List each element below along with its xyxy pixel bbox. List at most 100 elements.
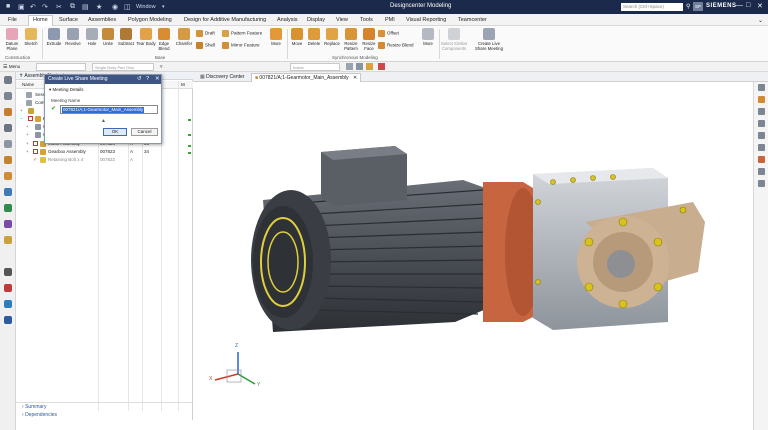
revolve-button[interactable]: Revolve: [63, 28, 83, 46]
help-icon[interactable]: ?: [146, 76, 149, 82]
orient-view-icon[interactable]: [758, 144, 765, 151]
summary-section[interactable]: › Summary: [16, 403, 193, 411]
maximize-icon[interactable]: □: [746, 2, 750, 9]
visibility-checkbox[interactable]: [28, 116, 33, 121]
tab-assemblies[interactable]: Assemblies: [84, 16, 120, 24]
system-materials-icon[interactable]: [4, 172, 12, 180]
filter-icon[interactable]: ▿: [160, 64, 163, 70]
tab-discovery-center[interactable]: ▦ Discovery Center: [197, 73, 247, 82]
visual-icon[interactable]: [4, 236, 12, 244]
assembly-navigator-icon[interactable]: [4, 92, 12, 100]
command-search-input[interactable]: Search (Ctrl+Space): [621, 3, 683, 11]
expand-icon[interactable]: +: [26, 149, 29, 154]
tree-row[interactable]: ✓ Retaining Bolt x 4 007822 A: [16, 156, 193, 164]
dependencies-section[interactable]: › Dependencies: [16, 411, 193, 419]
visibility-checkbox[interactable]: [33, 149, 38, 154]
mic-icon[interactable]: ◉: [112, 3, 118, 11]
close-icon[interactable]: ✕: [757, 2, 763, 10]
menu-button[interactable]: ☰ Menu: [3, 64, 20, 70]
more-sync-button[interactable]: More: [418, 28, 438, 46]
constraint-navigator-icon[interactable]: [4, 108, 12, 116]
subtract-button[interactable]: Subtract: [116, 28, 136, 46]
mirror-feature-button[interactable]: Mirror Feature: [222, 42, 260, 49]
extrude-button[interactable]: Extrude: [44, 28, 64, 46]
select-similar-components-button[interactable]: Select Similar Components: [440, 28, 468, 51]
user-avatar[interactable]: SP: [693, 2, 703, 11]
edge-blend-button[interactable]: Edge Blend: [154, 28, 174, 51]
window-menu-chevron-icon[interactable]: ▾: [162, 4, 165, 10]
create-live-share-meeting-button[interactable]: Create Live Share Meeting: [472, 28, 506, 51]
pattern-feature-button[interactable]: Pattern Feature: [222, 30, 262, 37]
app-logo-icon[interactable]: ■: [6, 3, 10, 10]
draft-button[interactable]: Draft: [196, 30, 215, 37]
web-browser-icon[interactable]: [4, 188, 12, 196]
ribbon-expand-icon[interactable]: ⌄: [754, 16, 767, 25]
fit-view-icon[interactable]: [758, 84, 765, 91]
snap-point-icon[interactable]: [366, 63, 373, 70]
chamfer-button[interactable]: Chamfer: [174, 28, 194, 46]
tab-view[interactable]: View: [332, 16, 352, 24]
snap-icon[interactable]: [346, 63, 353, 70]
tree-row[interactable]: + Gearbox Assembly 007823 A 34: [16, 148, 193, 156]
unite-button[interactable]: Unite: [98, 28, 118, 46]
resize-pattern-button[interactable]: Resize Pattern: [341, 28, 361, 51]
sketch-button[interactable]: Sketch: [21, 28, 41, 46]
clear-icon[interactable]: [378, 63, 385, 70]
meeting-details-section[interactable]: ▾ Meeting Details: [49, 87, 84, 93]
tab-analysis[interactable]: Analysis: [273, 16, 301, 24]
graphics-window[interactable]: Z X Y: [193, 82, 753, 430]
palette-icon[interactable]: [4, 220, 12, 228]
knowledge-icon[interactable]: [4, 316, 12, 324]
expand-icon[interactable]: +: [26, 124, 29, 129]
delete-button[interactable]: Delete: [304, 28, 324, 46]
roles-icon[interactable]: [4, 156, 12, 164]
close-tab-icon[interactable]: ✕: [353, 75, 357, 81]
measure-icon[interactable]: [758, 168, 765, 175]
close-icon[interactable]: ✕: [155, 76, 160, 82]
offset-button[interactable]: Offset: [378, 30, 399, 37]
tab-polygon-modeling[interactable]: Polygon Modeling: [124, 16, 176, 24]
tear-body-button[interactable]: Tear Body: [136, 28, 156, 46]
collapse-icon[interactable]: −: [20, 116, 23, 121]
render-style-icon[interactable]: [758, 96, 765, 103]
expand-icon[interactable]: +: [26, 132, 29, 137]
zoom-icon[interactable]: [758, 108, 765, 115]
minimize-icon[interactable]: —: [736, 2, 743, 9]
rotate-icon[interactable]: [758, 120, 765, 127]
tab-gearmotor-main-assembly[interactable]: ■ 007821/A;1-Gearmotor_Main_Assembly ✕: [251, 73, 362, 82]
redo-icon[interactable]: ↷: [42, 3, 48, 11]
ok-button[interactable]: OK: [103, 128, 127, 136]
tab-file[interactable]: File: [4, 16, 21, 24]
reset-icon[interactable]: ↺: [137, 76, 142, 82]
pan-icon[interactable]: [758, 132, 765, 139]
window-menu[interactable]: Window: [136, 4, 156, 10]
column-m[interactable]: M: [181, 82, 185, 87]
reuse-library-icon[interactable]: [4, 124, 12, 132]
tab-pmi[interactable]: PMI: [381, 16, 399, 24]
save-icon[interactable]: ▣: [18, 3, 25, 11]
visibility-checkbox[interactable]: [33, 141, 38, 146]
window-switch-icon[interactable]: ◫: [124, 3, 131, 11]
select-icon[interactable]: [356, 63, 363, 70]
tab-home[interactable]: Home: [28, 15, 53, 26]
tab-tools[interactable]: Tools: [356, 16, 377, 24]
tab-surface[interactable]: Surface: [55, 16, 82, 24]
clock-icon[interactable]: [4, 268, 12, 276]
tab-teamcenter[interactable]: Teamcenter: [454, 16, 491, 24]
resize-blend-button[interactable]: Resize Blend: [378, 42, 414, 49]
meeting-name-input[interactable]: 007821/A;1-Gearmotor_Main_Assembly: [60, 105, 158, 114]
reports-icon[interactable]: [4, 284, 12, 292]
replace-button[interactable]: Replace: [322, 28, 342, 46]
undo-icon[interactable]: ↶: [30, 3, 36, 11]
teamcenter-icon[interactable]: [4, 204, 12, 212]
datum-plane-button[interactable]: Datum Plane: [2, 28, 22, 51]
analytics-icon[interactable]: [4, 300, 12, 308]
star-icon[interactable]: ★: [96, 3, 102, 11]
cancel-button[interactable]: Cancel: [131, 128, 158, 136]
layer-icon[interactable]: [758, 180, 765, 187]
paste-icon[interactable]: ▤: [82, 3, 89, 11]
resize-face-button[interactable]: Resize Face: [359, 28, 379, 51]
type-filter-select[interactable]: [36, 63, 86, 71]
cut-icon[interactable]: ✂: [56, 3, 62, 11]
history-icon[interactable]: [4, 140, 12, 148]
